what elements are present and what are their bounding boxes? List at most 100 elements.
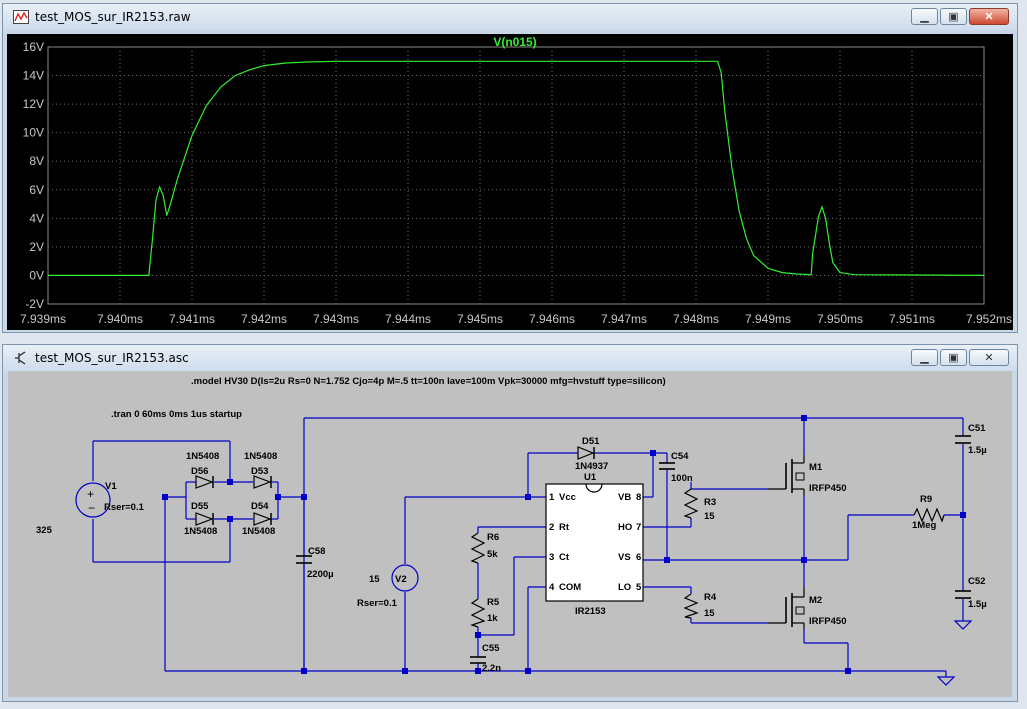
restore-icon: ▣ <box>948 352 959 364</box>
y-tick-label: -2V <box>25 297 44 311</box>
y-tick-label: 16V <box>23 40 44 54</box>
capacitor-c52[interactable]: C52 1.5µ <box>955 576 987 610</box>
pin-1-number: 1 <box>549 492 555 503</box>
capacitor-c58[interactable]: C58 2200µ <box>296 546 334 580</box>
m1-name: M1 <box>809 462 823 473</box>
v2-value: 15 <box>369 574 380 585</box>
c51-value: 1.5µ <box>968 445 987 456</box>
restore-icon: ▣ <box>948 11 959 23</box>
voltage-source-v2[interactable]: V2 15 Rser=0.1 <box>357 564 419 609</box>
c55-value: 2.2n <box>482 663 501 674</box>
schematic-window-title: test_MOS_sur_IR2153.asc <box>35 351 189 365</box>
r9-name: R9 <box>920 494 932 505</box>
close-icon: ✕ <box>984 11 994 23</box>
r5-value: 1k <box>487 613 498 624</box>
pin-ct-label: Ct <box>559 552 570 563</box>
v2-rser: Rser=0.1 <box>357 598 398 609</box>
mosfet-m2[interactable]: M2 IRFP450 <box>768 587 847 629</box>
close-button[interactable]: ✕ <box>969 8 1009 25</box>
resistor-r3[interactable]: R3 15 <box>683 488 716 522</box>
plot-svg[interactable]: 16V 14V 12V 10V 8V 6V 4V 2V 0V -2V 7.939ms 7.940ms… <box>7 34 1013 330</box>
x-tick-label: 7.951ms <box>889 312 935 326</box>
pin-3-number: 3 <box>549 552 554 563</box>
x-tick-label: 7.940ms <box>97 312 143 326</box>
y-tick-label: 4V <box>29 211 44 225</box>
minus-icon: − <box>88 501 95 515</box>
u1-name: U1 <box>584 472 597 483</box>
resistor-r5[interactable]: R5 1k <box>470 597 500 628</box>
y-tick-label: 0V <box>29 268 44 282</box>
pin-4-number: 4 <box>549 582 555 593</box>
c55-name: C55 <box>482 643 500 654</box>
capacitor-c51[interactable]: C51 1.5µ <box>955 423 987 456</box>
d51-name: D51 <box>582 436 600 447</box>
resistor-r4[interactable]: R4 15 <box>683 592 717 619</box>
y-axis-ticks: 16V 14V 12V 10V 8V 6V 4V 2V 0V -2V <box>23 40 44 311</box>
v1-rser: Rser=0.1 <box>104 502 145 513</box>
diode-d51[interactable]: D51 1N4937 <box>575 436 608 472</box>
x-tick-label: 7.950ms <box>817 312 863 326</box>
maximize-button[interactable]: ▣ <box>940 349 967 366</box>
x-tick-label: 7.949ms <box>745 312 791 326</box>
resistor-r9[interactable]: R9 1Meg <box>912 494 945 531</box>
ic-u1-ir2153[interactable]: U1 IR2153 1 Vcc 2 Rt 3 Ct 4 COM VB 8 HO … <box>545 472 644 617</box>
pin-lo-label: LO <box>618 582 631 593</box>
schematic-svg[interactable]: .model HV30 D(Is=2u Rs=0 N=1.752 Cjo=4p … <box>8 371 1012 697</box>
d56-name: D56 <box>191 466 208 477</box>
v1-name: V1 <box>105 481 117 492</box>
pin-5-number: 5 <box>636 582 642 593</box>
mosfet-m1[interactable]: M1 IRFP450 <box>768 455 847 495</box>
model-directive[interactable]: .model HV30 D(Is=2u Rs=0 N=1.752 Cjo=4p … <box>191 376 666 387</box>
x-tick-label: 7.952ms <box>966 312 1012 326</box>
r4-value: 15 <box>704 608 715 619</box>
r4-name: R4 <box>704 592 717 603</box>
pin-com-label: COM <box>559 582 581 593</box>
x-tick-label: 7.946ms <box>529 312 575 326</box>
d55-name: D55 <box>191 501 209 512</box>
minimize-button[interactable]: ▁ <box>911 8 938 25</box>
r5-name: R5 <box>487 597 500 608</box>
c51-name: C51 <box>968 423 986 434</box>
maximize-button[interactable]: ▣ <box>940 8 967 25</box>
schematic-window-titlebar[interactable]: test_MOS_sur_IR2153.asc ▁ ▣ ✕ <box>3 345 1017 371</box>
pin-8-number: 8 <box>636 492 641 503</box>
c54-value: 100n <box>671 473 693 484</box>
schematic-canvas[interactable]: .model HV30 D(Is=2u Rs=0 N=1.752 Cjo=4p … <box>8 371 1012 697</box>
plot-window[interactable]: test_MOS_sur_IR2153.raw ▁ ▣ ✕ 16V 14V 12V 1… <box>2 3 1018 333</box>
y-tick-label: 14V <box>23 69 44 83</box>
y-tick-label: 2V <box>29 240 44 254</box>
x-tick-label: 7.941ms <box>169 312 215 326</box>
resistor-r6[interactable]: R6 5k <box>470 532 499 564</box>
plot-grid <box>47 46 985 305</box>
pin-7-number: 7 <box>636 522 641 533</box>
d55-model: 1N5408 <box>184 526 217 537</box>
close-button[interactable]: ✕ <box>969 349 1009 366</box>
x-tick-label: 7.943ms <box>313 312 359 326</box>
d51-model: 1N4937 <box>575 461 608 472</box>
y-tick-label: 6V <box>29 183 44 197</box>
trace-title[interactable]: V(n015) <box>493 35 536 49</box>
minimize-icon: ▁ <box>920 352 929 364</box>
voltage-source-v1[interactable]: + − V1 Rser=0.1 325 <box>36 481 145 536</box>
plot-window-titlebar[interactable]: test_MOS_sur_IR2153.raw ▁ ▣ ✕ <box>3 4 1017 30</box>
waveform-plot[interactable]: 16V 14V 12V 10V 8V 6V 4V 2V 0V -2V 7.939ms 7.940ms… <box>7 34 1013 330</box>
y-tick-label: 12V <box>23 97 44 111</box>
minimize-button[interactable]: ▁ <box>911 349 938 366</box>
x-tick-label: 7.944ms <box>385 312 431 326</box>
tran-directive[interactable]: .tran 0 60ms 0ms 1us startup <box>111 409 242 420</box>
v1-value: 325 <box>36 525 53 536</box>
u1-part: IR2153 <box>575 606 606 617</box>
x-tick-label: 7.939ms <box>20 312 66 326</box>
capacitor-c55[interactable]: C55 2.2n <box>470 643 501 674</box>
pin-2-number: 2 <box>549 522 554 533</box>
r6-name: R6 <box>487 532 499 543</box>
plot-window-title: test_MOS_sur_IR2153.raw <box>35 10 191 24</box>
schematic-icon <box>15 351 26 365</box>
capacitor-c54[interactable]: C54 100n <box>659 451 693 484</box>
v2-name: V2 <box>395 574 407 585</box>
c52-name: C52 <box>968 576 985 587</box>
d53-model: 1N5408 <box>244 451 277 462</box>
r9-value: 1Meg <box>912 520 936 531</box>
schematic-window[interactable]: test_MOS_sur_IR2153.asc ▁ ▣ ✕ .model HV3… <box>2 344 1018 702</box>
x-tick-label: 7.947ms <box>601 312 647 326</box>
